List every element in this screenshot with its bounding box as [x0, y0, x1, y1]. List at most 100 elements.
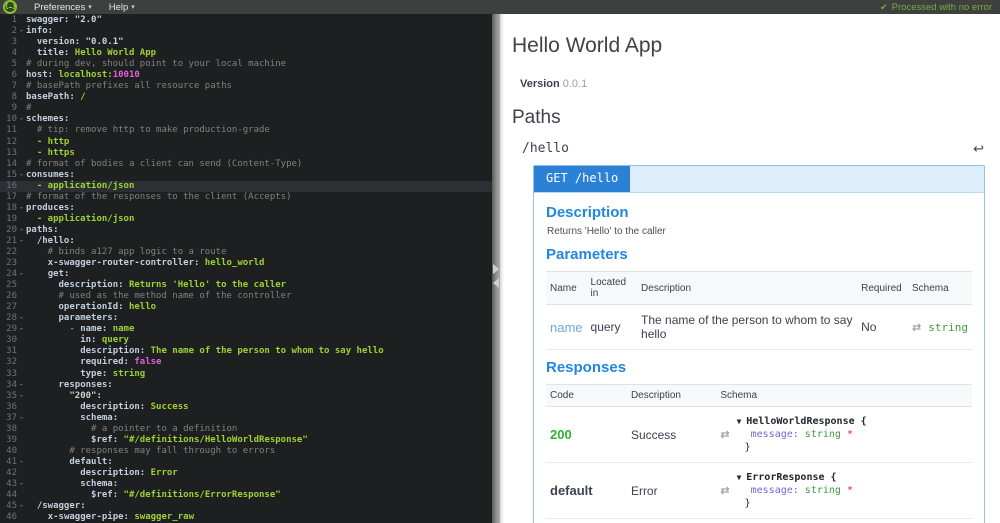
editor-line[interactable]: 11 # tip: remove http to make production…	[0, 125, 492, 136]
editor-line[interactable]: 27 operationId: hello	[0, 302, 492, 313]
code-token: schemes:	[26, 114, 70, 125]
fold-marker[interactable]: -	[17, 26, 26, 37]
fold-marker[interactable]: -	[17, 269, 26, 280]
code-token: The name of the person to whom to say he…	[145, 346, 384, 357]
fold-marker[interactable]: -	[17, 170, 26, 181]
fold-marker	[17, 125, 26, 136]
fold-marker[interactable]: -	[17, 391, 26, 402]
editor-line[interactable]: 2- info:	[0, 26, 492, 37]
app-logo-icon[interactable]: {…}	[3, 0, 17, 14]
editor-line[interactable]: 38 # a pointer to a definition	[0, 424, 492, 435]
editor-line[interactable]: 10- schemes:	[0, 114, 492, 125]
editor-line[interactable]: 26 # used as the method name of the cont…	[0, 291, 492, 302]
fold-marker[interactable]: -	[17, 501, 26, 512]
fold-marker	[17, 148, 26, 159]
fold-marker[interactable]: -	[17, 479, 26, 490]
code-token: hello_world	[199, 258, 265, 269]
editor-line[interactable]: 22 # binds a127 app logic to a route	[0, 247, 492, 258]
editor-line[interactable]: 33 type: string	[0, 369, 492, 380]
preferences-menu[interactable]: Preferences ▾	[34, 2, 92, 13]
param-description: The name of the person to whom to say he…	[637, 304, 858, 350]
editor-line[interactable]: 9 #	[0, 103, 492, 114]
editor-line[interactable]: 20- paths:	[0, 225, 492, 236]
fold-marker[interactable]: -	[17, 203, 26, 214]
line-number: 45	[6, 501, 17, 512]
line-number: 3	[11, 37, 17, 48]
schema-name: HelloWorldResponse {	[746, 416, 867, 427]
editor-line[interactable]: 13 - https	[0, 148, 492, 159]
editor-line[interactable]: 18- produces:	[0, 203, 492, 214]
editor-line[interactable]: 3 version: "0.0.1"	[0, 37, 492, 48]
editor-line[interactable]: 40 # responses may fall through to error…	[0, 446, 492, 457]
fold-marker[interactable]: -	[17, 313, 26, 324]
editor-line[interactable]: 32 required: false	[0, 357, 492, 368]
editor-line[interactable]: 5 # during dev, should point to your loca…	[0, 59, 492, 70]
editor-line[interactable]: 7 # basePath prefixes all resource paths	[0, 81, 492, 92]
editor-line[interactable]: 34- responses:	[0, 380, 492, 391]
param-header-schema: Schema	[908, 271, 972, 305]
editor-line[interactable]: 37- schema:	[0, 413, 492, 424]
editor-line[interactable]: 21- /hello:	[0, 236, 492, 247]
code-text: /swagger:	[26, 501, 492, 512]
editor-line[interactable]: 8 basePath: /	[0, 92, 492, 103]
editor-line[interactable]: 43- schema:	[0, 479, 492, 490]
status-badge: ✔ Processed with no error	[880, 2, 992, 13]
code-text: operationId: hello	[26, 302, 492, 313]
editor-line[interactable]: 30 in: query	[0, 335, 492, 346]
fold-marker[interactable]: -	[17, 457, 26, 468]
triangle-down-icon[interactable]: ▼	[737, 417, 747, 426]
editor-line[interactable]: 16 - application/json	[0, 180, 492, 192]
param-header-required: Required	[857, 271, 909, 305]
editor-line[interactable]: 28- parameters:	[0, 313, 492, 324]
fold-marker	[17, 159, 26, 170]
editor-line[interactable]: 23 x-swagger-router-controller: hello_wo…	[0, 258, 492, 269]
method-tab[interactable]: GET /hello	[534, 166, 631, 192]
editor-line[interactable]: 17 # format of the responses to the clien…	[0, 192, 492, 203]
editor-line[interactable]: 44 $ref: "#/definitions/ErrorResponse"	[0, 490, 492, 501]
editor-lines: 1 swagger: "2.0" 2- info: 3 version: "0.0.1"…	[0, 15, 492, 523]
editor-line[interactable]: 14 # format of bodies a client can send (…	[0, 159, 492, 170]
fold-marker[interactable]: -	[17, 114, 26, 125]
code-text: "200":	[26, 391, 492, 402]
code-token: version:	[36, 37, 81, 48]
paths-heading: Paths	[512, 107, 561, 128]
editor-line[interactable]: 15- consumes:	[0, 170, 492, 181]
yaml-editor[interactable]: 1 swagger: "2.0" 2- info: 3 version: "0.0.1"…	[0, 14, 492, 523]
schema-json-block: ▼ ErrorResponse {message: string *}	[737, 471, 853, 510]
editor-line[interactable]: 29- - name: name	[0, 324, 492, 335]
editor-line[interactable]: 1 swagger: "2.0"	[0, 15, 492, 26]
fold-marker[interactable]: -	[17, 380, 26, 391]
fold-marker[interactable]: -	[17, 324, 26, 335]
code-token: query	[96, 335, 129, 346]
editor-line[interactable]: 39 $ref: "#/definitions/HelloWorldRespon…	[0, 435, 492, 446]
editor-line[interactable]: 46 x-swagger-pipe: swagger_raw	[0, 512, 492, 523]
editor-line[interactable]: 35- "200":	[0, 391, 492, 402]
code-token: swagger:	[26, 15, 70, 25]
editor-line[interactable]: 4 title: Hello World App	[0, 48, 492, 59]
editor-line[interactable]: 41- default:	[0, 457, 492, 468]
fold-marker[interactable]: -	[17, 413, 26, 424]
fold-marker	[17, 335, 26, 346]
editor-line[interactable]: 36 description: Success	[0, 402, 492, 413]
editor-line[interactable]: 6 host: localhost:10010	[0, 70, 492, 81]
line-number: 16	[6, 180, 17, 191]
fold-marker[interactable]: -	[17, 225, 26, 236]
fold-marker[interactable]: -	[17, 236, 26, 247]
code-token: description:	[80, 467, 146, 478]
editor-line[interactable]: 25 description: Returns 'Hello' to the c…	[0, 280, 492, 291]
triangle-down-icon[interactable]: ▼	[737, 473, 747, 482]
jump-to-source-icon[interactable]: ↩	[973, 142, 984, 155]
editor-line[interactable]: 31 description: The name of the person t…	[0, 346, 492, 357]
editor-line[interactable]: 42 description: Error	[0, 468, 492, 479]
editor-line[interactable]: 45- /swagger:	[0, 501, 492, 512]
code-token: "#/definitions/ErrorResponse"	[118, 490, 281, 501]
code-token: /hello:	[36, 235, 75, 246]
splitter-grip-icon[interactable]	[492, 262, 500, 296]
help-menu[interactable]: Help ▾	[109, 2, 135, 13]
code-text: # responses may fall through to errors	[26, 446, 492, 457]
editor-line[interactable]: 24- get:	[0, 269, 492, 280]
editor-line[interactable]: 19 - application/json	[0, 214, 492, 225]
editor-line[interactable]: 12 - http	[0, 137, 492, 148]
